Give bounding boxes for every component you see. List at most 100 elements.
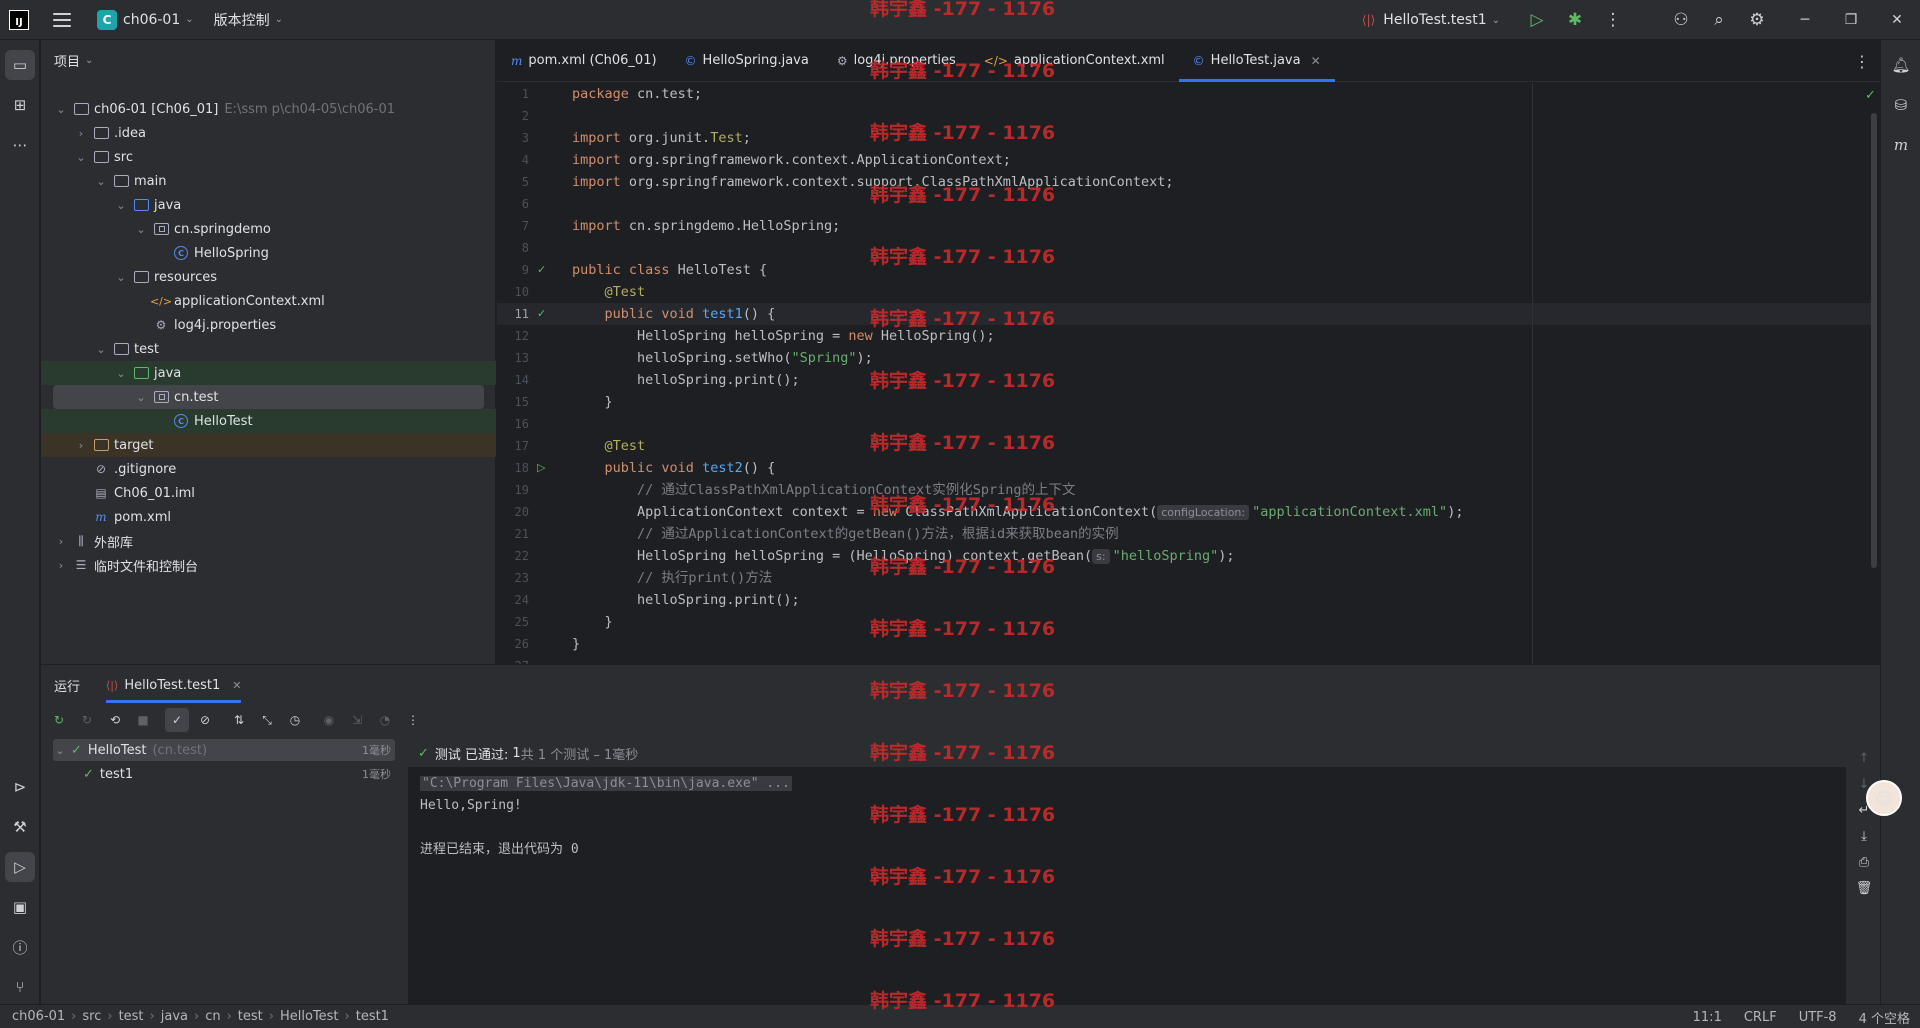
scroll-to-end-icon[interactable]: ⤓: [1849, 823, 1879, 849]
tree-item[interactable]: › ⫼ 外部库: [41, 529, 496, 553]
chevron-right-icon[interactable]: ›: [73, 439, 89, 452]
rerun-icon[interactable]: ↻: [47, 708, 71, 732]
maven-tool-icon[interactable]: m: [1886, 130, 1916, 160]
tabs-more-icon[interactable]: ⋮: [1854, 40, 1870, 82]
tab-hellospring-java[interactable]: © HelloSpring.java: [671, 40, 823, 82]
caret-position[interactable]: 11:1: [1693, 1010, 1722, 1025]
more-icon[interactable]: ⋮: [401, 708, 425, 732]
problems-tool-icon[interactable]: ⓘ: [5, 932, 35, 962]
chevron-down-icon[interactable]: ⌄: [113, 199, 129, 212]
indent-setting[interactable]: 4 个空格: [1859, 1008, 1910, 1027]
breadcrumb-item[interactable]: cn: [205, 1009, 220, 1024]
tree-item[interactable]: C HelloTest: [41, 409, 496, 433]
minimize-icon[interactable]: ─: [1782, 0, 1828, 40]
git-tool-icon[interactable]: ⑂: [5, 972, 35, 1002]
chevron-down-icon[interactable]: ⌄: [93, 175, 109, 188]
main-menu-icon[interactable]: [53, 12, 71, 27]
run-configuration-selector[interactable]: ⟨|⟩ HelloTest.test1 ⌄: [1362, 12, 1500, 28]
coverage-icon[interactable]: ◔: [373, 708, 397, 732]
code-editor[interactable]: 1 2 3 4 5 6 7 8 9 10 11 12 13 14 15 16 17 18 19 20 21 22 23 24 2…: [497, 83, 1880, 664]
more-actions-icon[interactable]: ⋮: [1594, 0, 1632, 40]
project-panel-header[interactable]: 项目 ⌄: [41, 40, 495, 80]
tab-hellotest-java[interactable]: © HelloTest.java ✕: [1178, 40, 1335, 82]
clear-trash-icon[interactable]: 🗑︎: [1849, 875, 1879, 901]
add-user-icon[interactable]: ⚇: [1662, 0, 1700, 40]
debug-icon[interactable]: ✱: [1556, 0, 1594, 40]
tree-item[interactable]: ⌄ src: [41, 145, 496, 169]
tree-item[interactable]: ⚙ log4j.properties: [41, 313, 496, 337]
build-tool-icon[interactable]: ⚒: [5, 812, 35, 842]
breadcrumb-item[interactable]: ch06-01: [12, 1009, 65, 1024]
console-output[interactable]: "C:\Program Files\Java\jdk-11\bin\java.e…: [408, 739, 1846, 1005]
breadcrumb-item[interactable]: src: [82, 1009, 101, 1024]
test-suite-row[interactable]: ⌄ ✓ HelloTest (cn.test) 1毫秒: [53, 739, 395, 761]
inspection-ok-icon[interactable]: ✓: [1865, 88, 1876, 103]
tree-item[interactable]: ⌄ ch06-01 [Ch06_01] E:\ssm p\ch04-05\ch06-…: [41, 97, 496, 121]
chevron-right-icon[interactable]: ›: [53, 559, 69, 572]
more-tools-icon[interactable]: ⋯: [5, 130, 35, 160]
close-icon[interactable]: ✕: [1874, 0, 1920, 40]
tree-item[interactable]: ⌄ resources: [41, 265, 496, 289]
breadcrumb-item[interactable]: HelloTest: [280, 1009, 339, 1024]
close-tab-icon[interactable]: ✕: [232, 679, 241, 692]
breadcrumb-item[interactable]: test: [119, 1009, 144, 1024]
tree-item[interactable]: › ☰ 临时文件和控制台: [41, 553, 496, 577]
search-icon[interactable]: ⌕: [1700, 0, 1738, 40]
chevron-right-icon[interactable]: ›: [53, 535, 69, 548]
breadcrumb-item[interactable]: test: [238, 1009, 263, 1024]
line-separator[interactable]: CRLF: [1744, 1010, 1777, 1025]
run-tab-hellotest[interactable]: ⟨|⟩ HelloTest.test1 ✕: [106, 665, 242, 705]
project-tool-icon[interactable]: ▭: [5, 50, 35, 80]
test-case-row[interactable]: ✓ test1 1毫秒: [53, 763, 395, 785]
notifications-bell-icon[interactable]: 🔔︎: [1886, 50, 1916, 80]
chevron-down-icon[interactable]: ⌄: [73, 151, 89, 164]
chevron-right-icon[interactable]: ›: [73, 127, 89, 140]
close-tab-icon[interactable]: ✕: [1311, 54, 1321, 68]
collapse-icon[interactable]: ⤡: [255, 708, 279, 732]
tree-item[interactable]: ⌄ main: [41, 169, 496, 193]
tree-item[interactable]: › .idea: [41, 121, 496, 145]
vcs-widget[interactable]: 版本控制 ⌄: [214, 0, 283, 40]
run-icon[interactable]: ▷: [1518, 0, 1556, 40]
database-tool-icon[interactable]: ⛁: [1886, 90, 1916, 120]
assistant-avatar-icon[interactable]: ☺: [1866, 780, 1902, 816]
chevron-down-icon[interactable]: ⌄: [113, 367, 129, 380]
import-icon[interactable]: ⇲: [345, 708, 369, 732]
tree-item[interactable]: ⌄ cn.springdemo: [41, 217, 496, 241]
tree-item[interactable]: ▤ Ch06_01.iml: [41, 481, 496, 505]
tree-item[interactable]: </> applicationContext.xml: [41, 289, 496, 313]
tree-item[interactable]: ⌄ java: [41, 193, 496, 217]
structure-tool-icon[interactable]: ⊞: [5, 90, 35, 120]
run-test-passed-icon[interactable]: ✓: [537, 303, 546, 325]
tree-item[interactable]: C HelloSpring: [41, 241, 496, 265]
toggle-auto-test-icon[interactable]: ⟲: [103, 708, 127, 732]
show-ignored-icon[interactable]: ⊘: [193, 708, 217, 732]
run-test-icon[interactable]: ▷: [537, 457, 545, 479]
tree-item[interactable]: ⌄ test: [41, 337, 496, 361]
chevron-down-icon[interactable]: ⌄: [53, 103, 69, 116]
tree-item[interactable]: › target: [41, 433, 496, 457]
scroll-up-icon[interactable]: ↑: [1849, 745, 1879, 771]
run-tool-icon[interactable]: ▷: [5, 852, 35, 882]
chevron-down-icon[interactable]: ⌄: [133, 391, 149, 404]
chevron-down-icon[interactable]: ⌄: [113, 271, 129, 284]
tree-item[interactable]: m pom.xml: [41, 505, 496, 529]
file-encoding[interactable]: UTF-8: [1799, 1010, 1837, 1025]
services-tool-icon[interactable]: ⊳: [5, 772, 35, 802]
chevron-down-icon[interactable]: ⌄: [93, 343, 109, 356]
screenshot-icon[interactable]: ◉: [317, 708, 341, 732]
terminal-tool-icon[interactable]: ▣: [5, 892, 35, 922]
restore-icon[interactable]: ❐: [1828, 0, 1874, 40]
tab-log4j-properties[interactable]: ⚙ log4j.properties: [823, 40, 970, 82]
tab-applicationcontext-xml[interactable]: </> applicationContext.xml: [970, 40, 1179, 82]
tree-item[interactable]: ⊘ .gitignore: [41, 457, 496, 481]
print-icon[interactable]: ⎙: [1849, 849, 1879, 875]
rerun-failed-icon[interactable]: ↻: [75, 708, 99, 732]
tree-item[interactable]: ⌄ java: [41, 361, 496, 385]
sort-icon[interactable]: ⇅: [227, 708, 251, 732]
settings-gear-icon[interactable]: ⚙: [1738, 0, 1776, 40]
chevron-down-icon[interactable]: ⌄: [133, 223, 149, 236]
tab-pom-xml[interactable]: m pom.xml (Ch06_01): [497, 40, 671, 82]
run-test-passed-icon[interactable]: ✓: [537, 259, 546, 281]
show-passed-icon[interactable]: ✓: [165, 708, 189, 732]
